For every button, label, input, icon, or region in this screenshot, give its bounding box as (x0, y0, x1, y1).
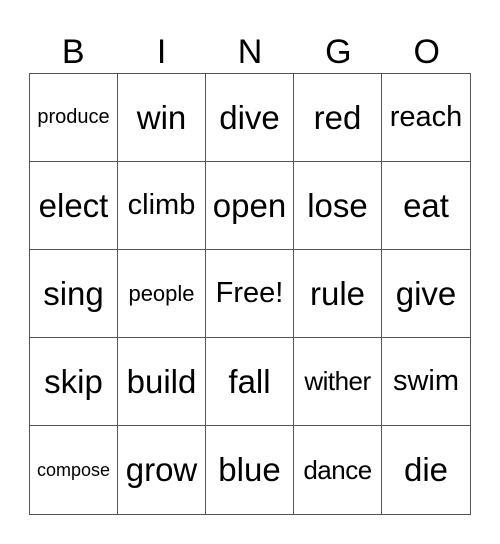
header-letter-o: O (413, 33, 440, 71)
bingo-header: B I N G O (29, 30, 471, 74)
bingo-cell[interactable]: wither (294, 338, 382, 426)
bingo-cell[interactable]: dance (294, 426, 382, 514)
bingo-cell[interactable]: dive (206, 74, 294, 162)
bingo-cell[interactable]: climb (118, 162, 206, 250)
bingo-cell[interactable]: compose (30, 426, 118, 514)
bingo-cell[interactable]: build (118, 338, 206, 426)
bingo-cell[interactable]: eat (382, 162, 470, 250)
bingo-cell[interactable]: blue (206, 426, 294, 514)
bingo-cell[interactable]: grow (118, 426, 206, 514)
bingo-cell[interactable]: skip (30, 338, 118, 426)
free-space-cell[interactable]: Free! (206, 250, 294, 338)
bingo-cell[interactable]: fall (206, 338, 294, 426)
header-letter-g: G (325, 33, 352, 71)
header-letter-i: I (156, 33, 167, 71)
bingo-cell[interactable]: rule (294, 250, 382, 338)
bingo-cell[interactable]: sing (30, 250, 118, 338)
bingo-grid: produce win dive red reach elect climb o… (29, 73, 471, 515)
bingo-cell[interactable]: red (294, 74, 382, 162)
header-letter-n: N (237, 33, 263, 71)
bingo-cell[interactable]: give (382, 250, 470, 338)
bingo-cell[interactable]: win (118, 74, 206, 162)
bingo-cell[interactable]: die (382, 426, 470, 514)
bingo-cell[interactable]: open (206, 162, 294, 250)
header-letter-b: B (61, 33, 85, 71)
bingo-cell[interactable]: swim (382, 338, 470, 426)
bingo-cell[interactable]: reach (382, 74, 470, 162)
bingo-cell[interactable]: elect (30, 162, 118, 250)
bingo-cell[interactable]: produce (30, 74, 118, 162)
bingo-cell[interactable]: lose (294, 162, 382, 250)
bingo-cell[interactable]: people (118, 250, 206, 338)
